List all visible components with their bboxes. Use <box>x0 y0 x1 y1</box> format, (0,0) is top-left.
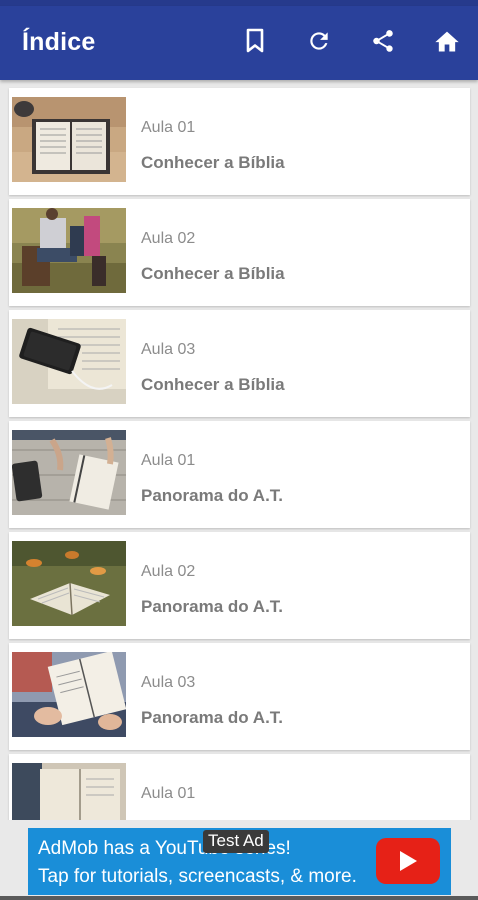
lesson-number: Aula 02 <box>141 563 196 580</box>
ad-banner[interactable]: AdMob has a YouTube series! Tap for tuto… <box>28 828 451 895</box>
list-item[interactable]: Aula 01 Panorama do A.T. <box>9 421 470 528</box>
list-item[interactable]: Aula 01 Conhecer a Bíblia <box>9 88 470 195</box>
home-icon[interactable] <box>430 24 464 58</box>
lesson-number: Aula 01 <box>141 452 196 469</box>
lesson-number: Aula 01 <box>141 785 196 802</box>
lesson-title: Panorama do A.T. <box>141 708 284 727</box>
lesson-title: Conhecer a Bíblia <box>141 153 285 172</box>
lesson-number: Aula 03 <box>141 674 196 691</box>
lesson-thumbnail <box>12 541 126 626</box>
lesson-thumbnail <box>12 97 126 182</box>
lesson-thumbnail <box>12 319 126 404</box>
app-bar: Índice <box>0 6 478 80</box>
lesson-thumbnail <box>12 208 126 293</box>
lesson-number: Aula 03 <box>141 341 196 358</box>
list-item[interactable]: Aula 03 Panorama do A.T. <box>9 643 470 750</box>
lesson-title: Conhecer a Bíblia <box>141 264 285 283</box>
test-ad-badge: Test Ad <box>203 830 269 853</box>
lesson-number: Aula 01 <box>141 119 196 136</box>
navigation-bar <box>0 896 478 900</box>
page-title: Índice <box>22 28 96 56</box>
lesson-number: Aula 02 <box>141 230 196 247</box>
lesson-title: Panorama do A.T. <box>141 597 284 616</box>
lesson-list[interactable]: Aula 01 Conhecer a Bíblia Aula 02 Conhec… <box>0 80 478 820</box>
share-icon[interactable] <box>366 24 400 58</box>
bookmark-icon[interactable] <box>238 24 272 58</box>
list-item[interactable]: Aula 03 Conhecer a Bíblia <box>9 310 470 417</box>
lesson-title: Conhecer a Bíblia <box>141 375 285 394</box>
lesson-thumbnail <box>12 652 126 737</box>
lesson-thumbnail <box>12 763 126 820</box>
list-item[interactable]: Aula 02 Conhecer a Bíblia <box>9 199 470 306</box>
ad-description: Tap for tutorials, screencasts, & more. <box>38 866 357 887</box>
lesson-title: Panorama do A.T. <box>141 486 284 505</box>
list-item[interactable]: Aula 01 <box>9 754 470 820</box>
list-item[interactable]: Aula 02 Panorama do A.T. <box>9 532 470 639</box>
lesson-thumbnail <box>12 430 126 515</box>
youtube-play-icon[interactable] <box>376 838 440 884</box>
refresh-icon[interactable] <box>302 24 336 58</box>
